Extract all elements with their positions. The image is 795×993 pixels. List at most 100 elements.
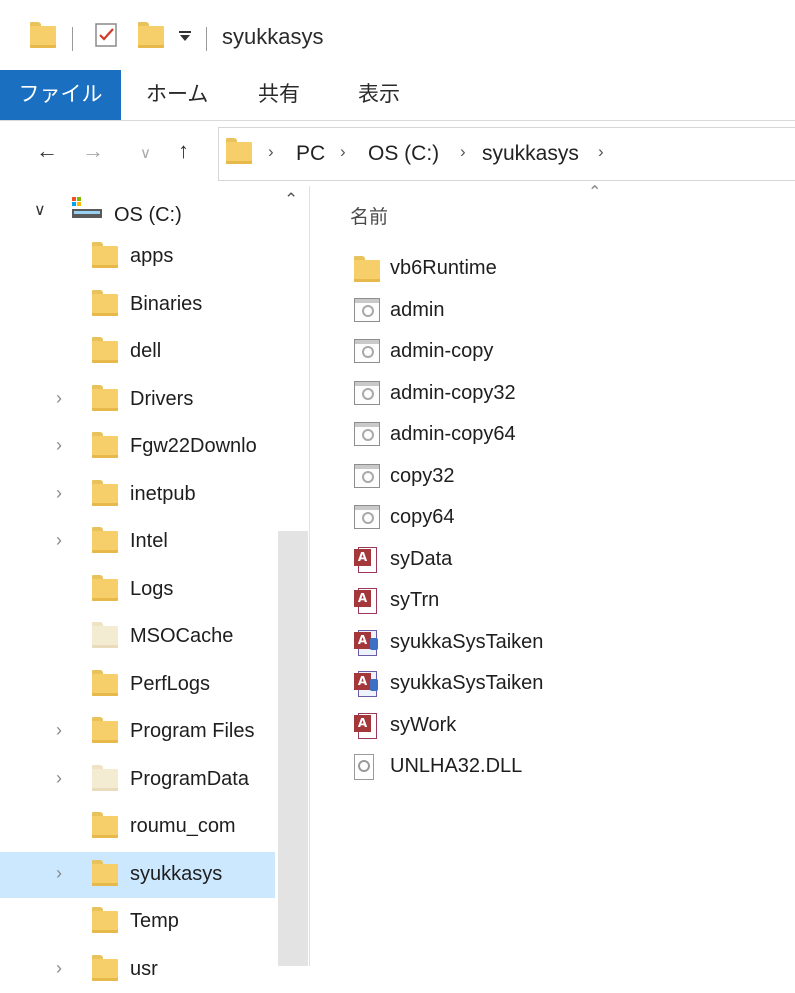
file-list-item[interactable]: AsyukkaSysTaiken <box>354 665 754 705</box>
application-icon <box>354 422 380 446</box>
folder-icon <box>92 717 118 743</box>
folder-icon <box>354 256 380 282</box>
tree-item-folder[interactable]: MSOCache <box>0 614 275 660</box>
file-list-item[interactable]: AsyukkaSysTaiken <box>354 624 754 664</box>
tree-item-folder[interactable]: PerfLogs <box>0 662 275 708</box>
tree-item-folder[interactable]: › Intel <box>0 519 275 565</box>
forward-arrow-icon[interactable]: → <box>82 138 104 164</box>
breadcrumb-syukkasys[interactable]: syukkasys <box>482 142 579 166</box>
properties-icon[interactable] <box>94 22 120 48</box>
file-name: syWork <box>390 713 457 736</box>
file-list-item[interactable]: admin-copy64 <box>354 416 754 456</box>
breadcrumb-pc[interactable]: PC <box>296 142 325 166</box>
file-name: admin-copy <box>390 340 494 362</box>
file-list-item[interactable]: vb6Runtime <box>354 250 754 290</box>
tree-item-folder[interactable]: › Program Files <box>0 709 275 755</box>
up-arrow-icon[interactable]: ↑ <box>178 138 189 164</box>
folder-icon <box>92 859 118 886</box>
file-list-item[interactable]: AsyTrn <box>354 582 754 622</box>
application-icon <box>354 380 380 405</box>
tree-item-folder[interactable]: › Fgw22Downlo <box>0 424 275 470</box>
tree-item-folder[interactable]: Temp <box>0 899 275 945</box>
customize-toolbar-icon[interactable] <box>178 30 192 42</box>
folder-icon <box>92 669 118 696</box>
toolbar-separator <box>206 27 207 51</box>
folder-icon <box>92 764 118 791</box>
file-list-item[interactable]: AsyWork <box>354 707 754 747</box>
tree-item-label: Logs <box>130 577 174 600</box>
drive-icon <box>72 197 102 218</box>
breadcrumb-separator-icon[interactable]: › <box>340 142 346 162</box>
window-title: syukkasys <box>222 24 324 49</box>
expand-chevron-icon[interactable]: › <box>56 530 62 551</box>
expand-chevron-icon[interactable]: › <box>56 483 62 504</box>
tab-share[interactable]: 共有 <box>258 70 300 120</box>
tab-file[interactable]: ファイル <box>0 70 121 120</box>
tree-item-label: Program Files <box>130 720 255 742</box>
sort-ascending-icon: ⌃ <box>588 184 602 201</box>
breadcrumb-separator-icon[interactable]: › <box>460 142 466 162</box>
tree-item-folder[interactable]: › syukkasys <box>0 851 275 898</box>
expanded-chevron-icon[interactable]: ∨ <box>34 200 46 220</box>
file-list-item[interactable]: admin <box>354 292 754 332</box>
folder-icon <box>92 907 118 933</box>
tree-item-folder[interactable]: › ProgramData <box>0 757 275 803</box>
tab-home[interactable]: ホーム <box>146 70 208 120</box>
file-name: copy32 <box>390 464 455 487</box>
tree-item-folder[interactable]: › usr <box>0 947 275 993</box>
file-list-item[interactable]: admin-copy <box>354 333 754 373</box>
tree-item-label: dell <box>130 340 162 362</box>
tree-item-label: roumu_com <box>130 815 236 837</box>
tree-item-label: Binaries <box>130 292 203 315</box>
pane-divider[interactable] <box>309 186 310 966</box>
file-list-item[interactable]: copy64 <box>354 499 754 539</box>
access-workgroup-icon: A <box>354 629 378 656</box>
column-header-name[interactable]: 名前 <box>350 202 388 229</box>
tree-item-folder[interactable]: roumu_com <box>0 804 275 850</box>
breadcrumb-separator-icon[interactable]: › <box>598 142 604 162</box>
folder-icon <box>226 138 252 164</box>
application-icon <box>354 339 380 363</box>
folder-icon <box>92 954 118 981</box>
new-folder-icon[interactable] <box>138 22 164 48</box>
expand-chevron-icon[interactable]: › <box>56 863 62 884</box>
file-list-item[interactable]: copy32 <box>354 458 754 498</box>
tree-item-folder[interactable]: Logs <box>0 567 275 613</box>
breadcrumb-drive[interactable]: OS (C:) <box>368 142 439 166</box>
tree-item-folder[interactable]: dell <box>0 329 275 375</box>
file-name: syData <box>390 547 453 570</box>
file-name: copy64 <box>390 506 455 528</box>
file-list-item[interactable]: AsyData <box>354 541 754 581</box>
scrollbar-thumb[interactable] <box>278 531 308 966</box>
ribbon: ファイル ホーム 共有 表示 <box>0 70 795 121</box>
expand-chevron-icon[interactable]: › <box>56 768 62 789</box>
tree-item-folder[interactable]: › Drivers <box>0 377 275 423</box>
access-database-icon: A <box>354 588 378 614</box>
recent-locations-chevron-icon[interactable]: ∨ <box>140 144 151 162</box>
file-list-item[interactable]: UNLHA32.DLL <box>354 748 754 788</box>
file-name: syukkaSysTaiken <box>390 672 544 694</box>
expand-chevron-icon[interactable]: › <box>56 388 62 409</box>
access-database-icon: A <box>354 546 378 573</box>
dll-file-icon <box>354 754 376 780</box>
expand-chevron-icon[interactable]: › <box>56 720 62 741</box>
tree-drive-label[interactable]: OS (C:) <box>114 204 182 227</box>
file-list-item[interactable]: admin-copy32 <box>354 375 754 415</box>
tree-item-folder[interactable]: › inetpub <box>0 472 275 518</box>
back-arrow-icon[interactable]: ← <box>36 138 58 164</box>
tree-item-folder[interactable]: Binaries <box>0 282 275 328</box>
folder-icon <box>92 289 118 316</box>
breadcrumb-separator-icon[interactable]: › <box>268 142 274 162</box>
navigation-pane: ∨ OS (C:) apps Binaries dell › Drivers › Fgw22… <box>0 186 310 981</box>
file-name: syukkaSysTaiken <box>390 630 544 653</box>
file-name: UNLHA32.DLL <box>390 755 523 777</box>
expand-chevron-icon[interactable]: › <box>56 435 62 456</box>
tree-item-label: Intel <box>130 530 168 552</box>
scroll-up-icon[interactable]: ⌃ <box>284 190 298 210</box>
access-workgroup-icon: A <box>354 671 378 697</box>
tree-item-label: apps <box>130 245 174 267</box>
tree-item-label: inetpub <box>130 482 196 505</box>
expand-chevron-icon[interactable]: › <box>56 958 62 979</box>
tree-item-folder[interactable]: apps <box>0 234 275 280</box>
tab-view[interactable]: 表示 <box>358 70 400 120</box>
